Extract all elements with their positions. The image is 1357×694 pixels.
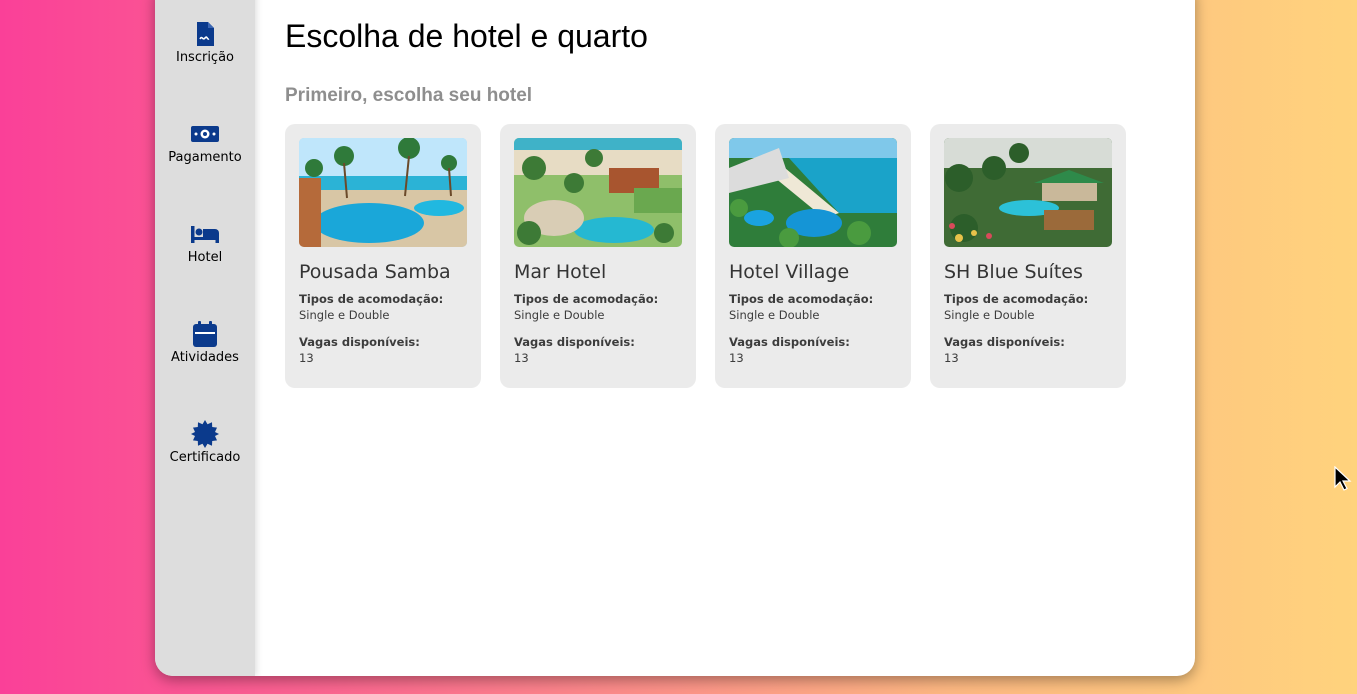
calendar-icon <box>193 321 217 347</box>
hotel-name: Hotel Village <box>729 261 850 283</box>
bed-icon <box>191 226 219 243</box>
accommodation-types-value: Single e Double <box>944 308 1035 322</box>
money-bill-icon <box>191 126 219 142</box>
sidebar-item-label: Hotel <box>187 250 223 265</box>
sidebar-item-label: Inscrição <box>175 50 235 65</box>
sidebar-item-certificado[interactable]: Certificado <box>155 420 255 520</box>
hotel-card[interactable]: Mar Hotel Tipos de acomodação: Single e … <box>500 124 696 388</box>
sidebar-item-inscricao[interactable]: Inscrição <box>155 20 255 120</box>
hotel-name: SH Blue Suítes <box>944 261 1083 283</box>
sidebar-item-pagamento[interactable]: Pagamento <box>155 120 255 220</box>
hotel-card[interactable]: SH Blue Suítes Tipos de acomodação: Sing… <box>930 124 1126 388</box>
accommodation-types-label: Tipos de acomodação: <box>514 292 659 306</box>
sidebar-item-label: Certificado <box>169 450 241 465</box>
vacancies-label: Vagas disponíveis: <box>729 335 850 349</box>
accommodation-types-label: Tipos de acomodação: <box>299 292 444 306</box>
hotel-name: Pousada Samba <box>299 261 451 283</box>
sidebar-item-label: Atividades <box>171 350 239 365</box>
mouse-cursor-icon <box>1334 466 1352 491</box>
certificate-icon <box>191 420 219 448</box>
hotel-photo <box>944 138 1112 247</box>
accommodation-types-value: Single e Double <box>514 308 605 322</box>
accommodation-types-value: Single e Double <box>299 308 390 322</box>
hotel-photo <box>299 138 467 247</box>
hotel-photo <box>514 138 682 247</box>
vacancies-value: 13 <box>514 351 529 365</box>
hotel-list: Pousada Samba Tipos de acomodação: Singl… <box>285 124 1165 388</box>
vacancies-value: 13 <box>944 351 959 365</box>
vacancies-label: Vagas disponíveis: <box>299 335 420 349</box>
vacancies-label: Vagas disponíveis: <box>944 335 1065 349</box>
accommodation-types-value: Single e Double <box>729 308 820 322</box>
sidebar: Inscrição Pagamento Hotel Atividades Cer… <box>155 0 255 676</box>
page-title: Escolha de hotel e quarto <box>285 18 648 54</box>
sidebar-item-hotel[interactable]: Hotel <box>155 220 255 320</box>
vacancies-label: Vagas disponíveis: <box>514 335 635 349</box>
hotel-card[interactable]: Hotel Village Tipos de acomodação: Singl… <box>715 124 911 388</box>
main-content: Escolha de hotel e quarto Primeiro, esco… <box>255 0 1195 676</box>
file-signature-icon <box>197 22 214 46</box>
section-subtitle: Primeiro, escolha seu hotel <box>285 85 533 106</box>
sidebar-item-label: Pagamento <box>168 150 242 165</box>
hotel-name: Mar Hotel <box>514 261 607 283</box>
accommodation-types-label: Tipos de acomodação: <box>729 292 874 306</box>
app-window: Inscrição Pagamento Hotel Atividades Cer… <box>155 0 1195 676</box>
hotel-photo <box>729 138 897 247</box>
vacancies-value: 13 <box>299 351 314 365</box>
sidebar-item-atividades[interactable]: Atividades <box>155 320 255 420</box>
vacancies-value: 13 <box>729 351 744 365</box>
hotel-card[interactable]: Pousada Samba Tipos de acomodação: Singl… <box>285 124 481 388</box>
accommodation-types-label: Tipos de acomodação: <box>944 292 1089 306</box>
